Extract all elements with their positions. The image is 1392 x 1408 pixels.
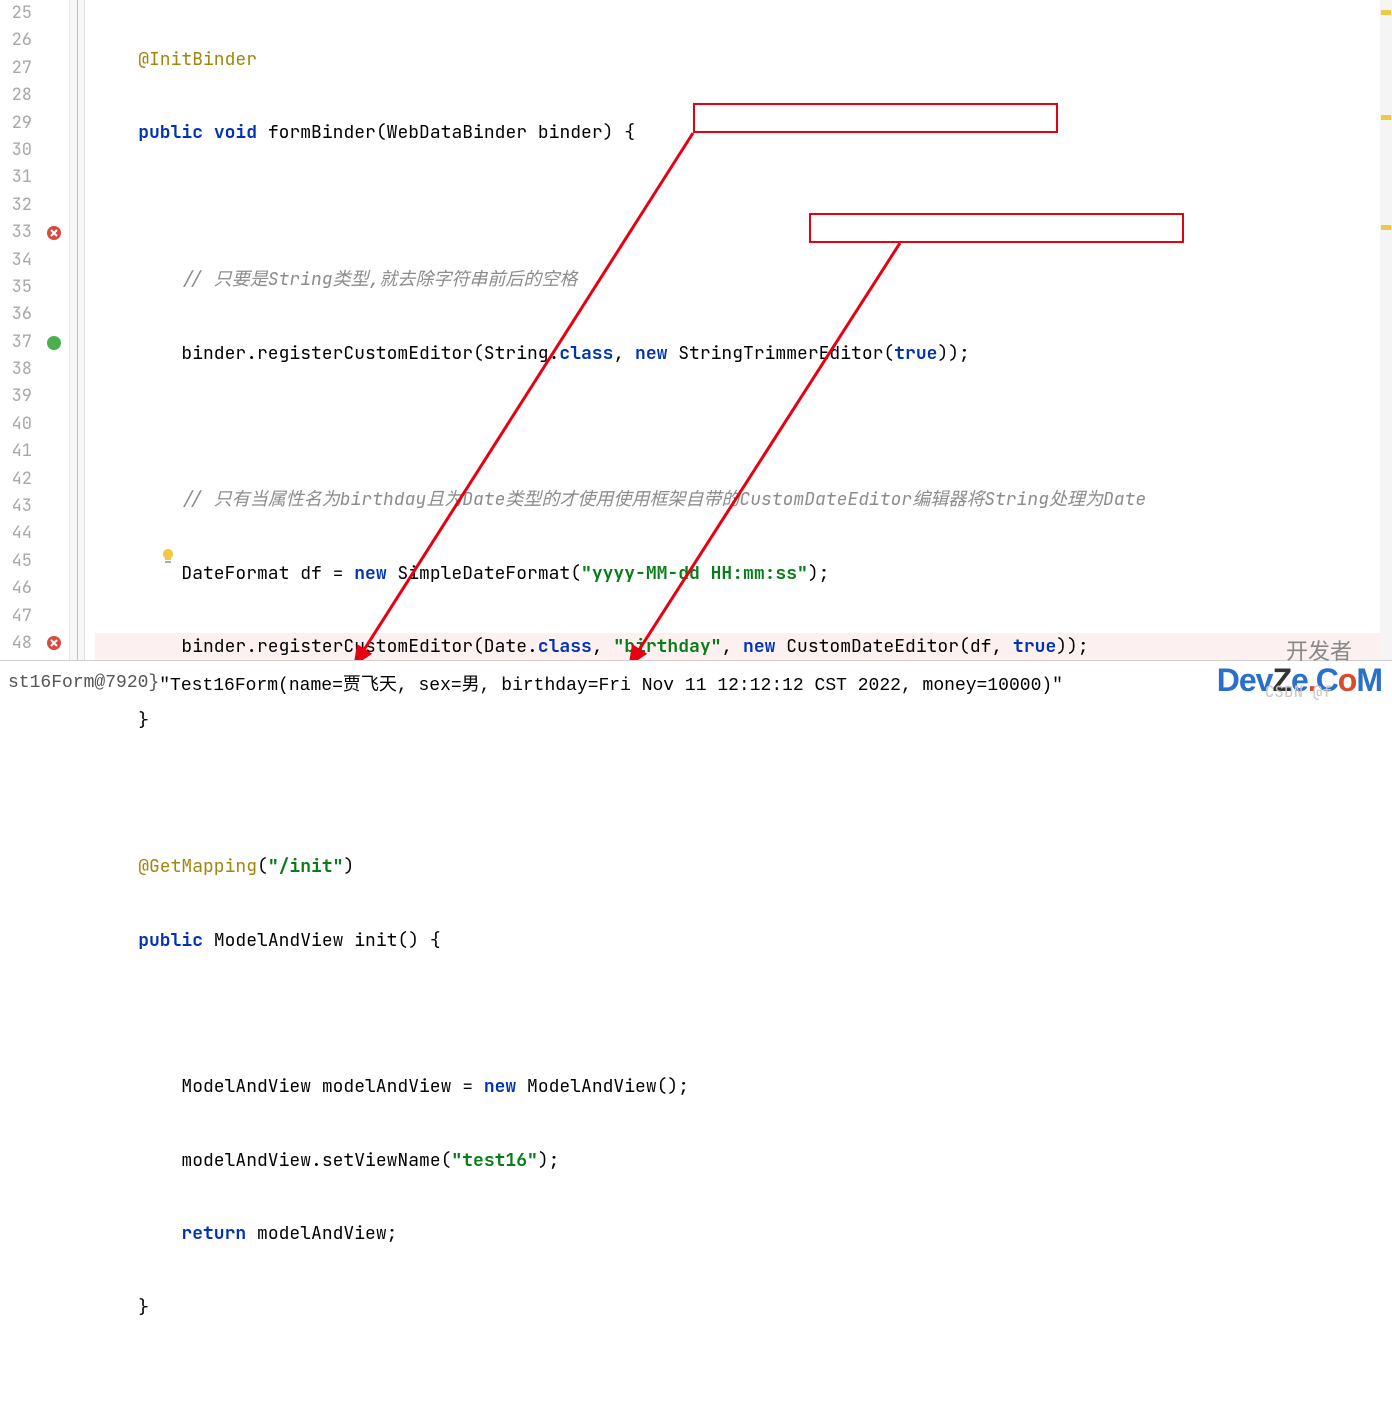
csdn-watermark: CSDN @f: [1265, 681, 1332, 702]
line-number: 44: [0, 520, 32, 547]
line-number: 39: [0, 383, 32, 410]
fold-gutter[interactable]: [70, 0, 85, 660]
eval-result-text: "Test16Form(name=贾飞天, sex=男, birthday=Fr…: [159, 670, 1063, 696]
line-number: 28: [0, 82, 32, 109]
spring-icon[interactable]: [46, 334, 64, 352]
line-number: 26: [0, 27, 32, 54]
code-area[interactable]: @InitBinder public void formBinder(WebDa…: [85, 0, 1392, 660]
line-number: 40: [0, 411, 32, 438]
line-number: 29: [0, 110, 32, 137]
line-number: 46: [0, 575, 32, 602]
line-number: 27: [0, 55, 32, 82]
warning-mark[interactable]: [1381, 225, 1391, 230]
error-stripe[interactable]: [1380, 0, 1392, 660]
line-number: 45: [0, 548, 32, 575]
eval-object-id: st16Form@7920}: [8, 673, 159, 693]
line-number: 41: [0, 438, 32, 465]
line-number: 31: [0, 164, 32, 191]
comment: // 只有当属性名为birthday且为Date类型的才使用使用框架自带的Cus…: [181, 488, 1146, 511]
line-number-gutter: 25 26 27 28 29 30 31 32 33 34 35 36 37 3…: [0, 0, 40, 660]
line-number: 32: [0, 192, 32, 219]
line-number: 36: [0, 301, 32, 328]
warning-mark[interactable]: [1381, 115, 1391, 120]
line-number: 42: [0, 466, 32, 493]
debug-evaluate-bar: st16Form@7920} "Test16Form(name=贾飞天, sex…: [0, 660, 1392, 704]
line-number: 48: [0, 630, 32, 657]
annotation: @InitBinder: [138, 48, 257, 71]
warning-mark[interactable]: [1381, 10, 1391, 15]
line-number: 33: [0, 219, 32, 246]
line-number: 35: [0, 274, 32, 301]
code-editor: 25 26 27 28 29 30 31 32 33 34 35 36 37 3…: [0, 0, 1392, 660]
gutter-icons: [40, 0, 70, 660]
line-number: 34: [0, 247, 32, 274]
error-icon[interactable]: [46, 634, 64, 652]
bulb-icon[interactable]: [95, 524, 176, 593]
comment: // 只要是String类型,就去除字符串前后的空格: [181, 268, 577, 291]
line-number: 43: [0, 493, 32, 520]
line-number: 37: [0, 329, 32, 356]
line-number: 47: [0, 603, 32, 630]
line-number: 38: [0, 356, 32, 383]
line-number: 30: [0, 137, 32, 164]
line-number: 25: [0, 0, 32, 27]
error-icon[interactable]: [46, 224, 64, 242]
